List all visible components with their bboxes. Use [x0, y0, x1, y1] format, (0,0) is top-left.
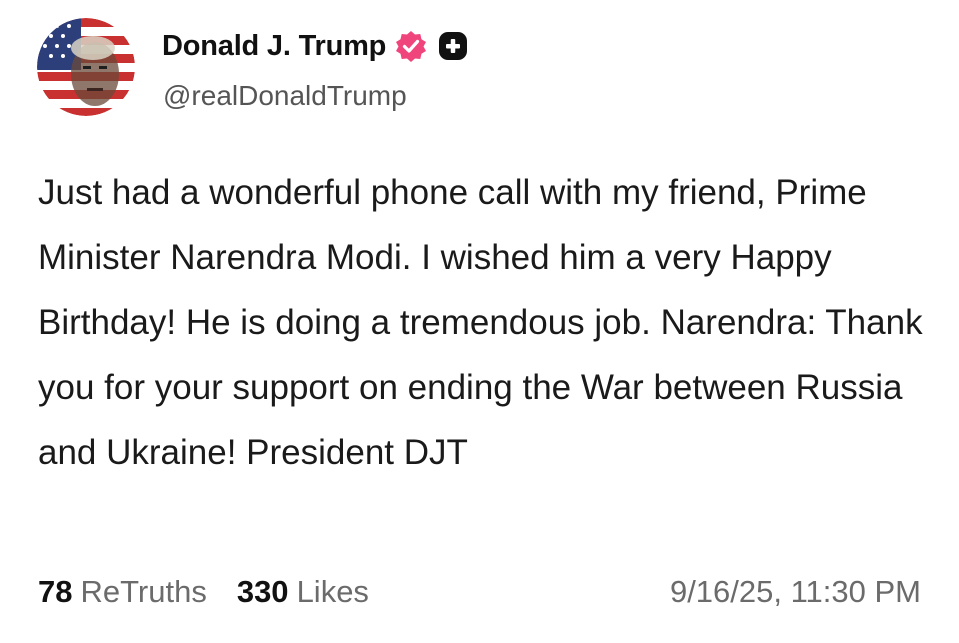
author-row: Donald J. Trump — [162, 26, 468, 66]
avatar-image — [37, 18, 135, 116]
author-display-name[interactable]: Donald J. Trump — [162, 30, 386, 63]
retruths-stat[interactable]: 78 ReTruths — [38, 574, 207, 610]
profile-avatar[interactable] — [37, 18, 135, 116]
verified-badge-icon — [394, 29, 428, 63]
author-handle[interactable]: @realDonaldTrump — [163, 80, 407, 112]
post-footer: 78 ReTruths 330 Likes 9/16/25, 11:30 PM — [38, 570, 921, 614]
post-text: Just had a wonderful phone call with my … — [38, 173, 923, 472]
likes-stat[interactable]: 330 Likes — [237, 574, 369, 610]
post-timestamp[interactable]: 9/16/25, 11:30 PM — [670, 574, 921, 610]
retruths-label: ReTruths — [80, 574, 207, 609]
likes-count: 330 — [236, 574, 289, 609]
retruths-count: 78 — [38, 574, 73, 609]
likes-label: Likes — [296, 574, 369, 609]
truth-post: Donald J. Trump @realDonaldTrump Just ha… — [0, 0, 959, 643]
plus-badge-icon — [438, 31, 468, 61]
